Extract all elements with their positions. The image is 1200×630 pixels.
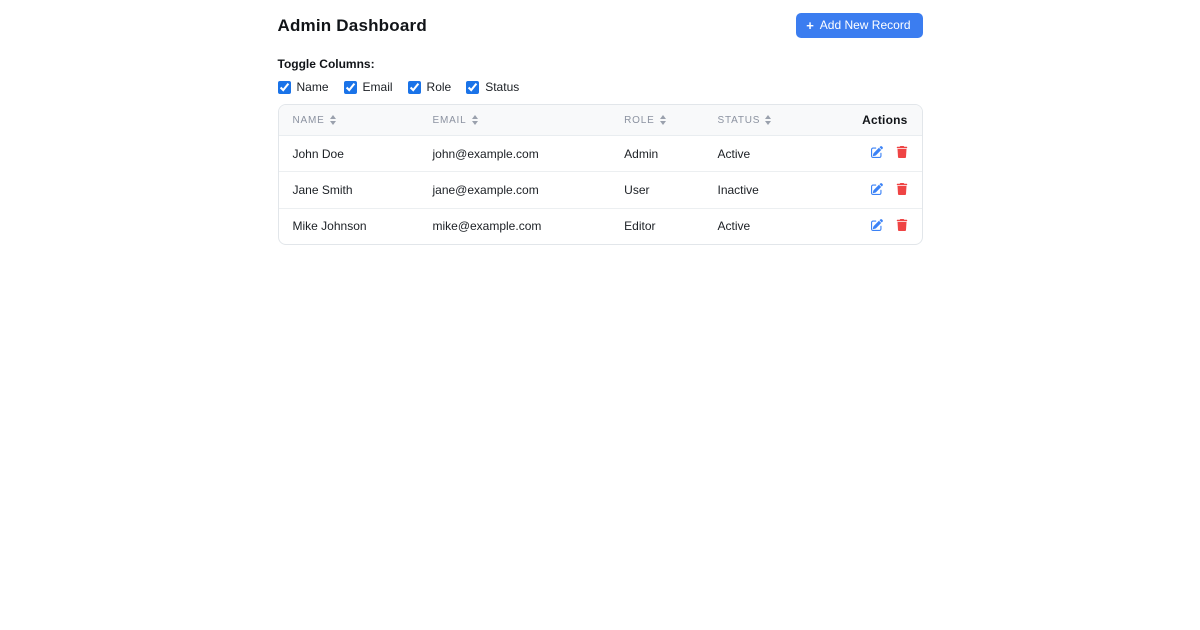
table-row: John Doe john@example.com Admin Active xyxy=(278,135,922,172)
status-column-checkbox[interactable] xyxy=(466,80,480,94)
cell-email: mike@example.com xyxy=(432,219,542,234)
column-header-label: STATUS xyxy=(717,114,761,126)
cell-actions xyxy=(848,136,921,172)
edit-button[interactable] xyxy=(871,182,884,198)
sort-icon[interactable] xyxy=(765,115,772,125)
toggle-option-status[interactable]: Status xyxy=(466,80,519,94)
edit-icon xyxy=(871,146,884,161)
table-row: Jane Smith jane@example.com User Inactiv… xyxy=(278,171,922,208)
cell-name: John Doe xyxy=(292,146,344,161)
cell-actions xyxy=(848,208,921,244)
cell-status: Active xyxy=(717,219,751,234)
column-header-name[interactable]: NAME xyxy=(279,105,419,136)
name-column-checkbox[interactable] xyxy=(277,80,291,94)
sort-icon[interactable] xyxy=(329,115,336,125)
email-column-checkbox[interactable] xyxy=(343,80,357,94)
column-header-label: NAME xyxy=(292,114,325,126)
toggle-columns-label: Toggle Columns: xyxy=(277,57,375,71)
records-table-card: NAME EMAIL ROLE STATUS Actions John Doe … xyxy=(277,104,923,245)
column-header-role[interactable]: ROLE xyxy=(610,105,703,136)
toggle-option-role[interactable]: Role xyxy=(407,80,452,94)
trash-icon xyxy=(896,182,908,198)
cell-status: Active xyxy=(717,146,751,161)
main-container: Admin Dashboard + Add New Record Toggle … xyxy=(277,0,923,245)
toggle-option-email[interactable]: Email xyxy=(343,80,393,94)
toggle-options-row: Name Email Role Status xyxy=(277,80,923,94)
column-header-email[interactable]: EMAIL xyxy=(418,105,610,136)
role-column-checkbox[interactable] xyxy=(407,80,421,94)
delete-button[interactable] xyxy=(896,182,908,198)
edit-icon xyxy=(871,182,884,198)
trash-icon xyxy=(896,218,908,234)
cell-role: User xyxy=(624,182,650,197)
delete-button[interactable] xyxy=(896,146,908,161)
page-title: Admin Dashboard xyxy=(277,15,427,35)
add-new-record-label: Add New Record xyxy=(819,18,911,32)
cell-status: Inactive xyxy=(717,182,759,197)
cell-name: Mike Johnson xyxy=(292,219,367,234)
cell-email: jane@example.com xyxy=(432,182,539,197)
checkbox-label: Name xyxy=(296,80,329,94)
table-row: Mike Johnson mike@example.com Editor Act… xyxy=(278,208,922,244)
add-new-record-button[interactable]: + Add New Record xyxy=(796,13,923,38)
checkbox-label: Status xyxy=(485,80,520,94)
cell-role: Editor xyxy=(624,219,656,234)
delete-button[interactable] xyxy=(896,218,908,234)
column-header-label: EMAIL xyxy=(432,114,467,126)
cell-email: john@example.com xyxy=(432,146,539,161)
trash-icon xyxy=(896,146,908,161)
checkbox-label: Role xyxy=(426,80,452,94)
plus-icon: + xyxy=(806,17,814,33)
toggle-columns-section: Toggle Columns: Name Email Role Status xyxy=(277,57,923,94)
checkbox-label: Email xyxy=(362,80,393,94)
cell-name: Jane Smith xyxy=(292,182,353,197)
cell-actions xyxy=(848,172,921,208)
edit-button[interactable] xyxy=(871,146,884,161)
toggle-option-name[interactable]: Name xyxy=(277,80,329,94)
sort-icon[interactable] xyxy=(659,115,666,125)
records-table: NAME EMAIL ROLE STATUS Actions John Doe … xyxy=(278,105,922,244)
column-header-status[interactable]: STATUS xyxy=(704,105,849,136)
edit-button[interactable] xyxy=(871,219,884,234)
cell-role: Admin xyxy=(624,146,659,161)
table-header-row: NAME EMAIL ROLE STATUS Actions xyxy=(278,105,922,136)
page-header: Admin Dashboard + Add New Record xyxy=(278,13,923,38)
column-header-label: ROLE xyxy=(624,114,655,126)
column-header-actions: Actions xyxy=(862,113,908,127)
sort-icon[interactable] xyxy=(471,115,478,125)
edit-icon xyxy=(871,219,884,234)
